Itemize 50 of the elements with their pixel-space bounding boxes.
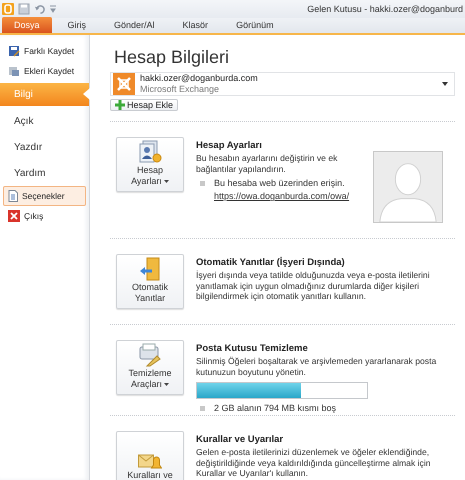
- section-title: Hesap Ayarları: [196, 140, 263, 151]
- section-button[interactable]: Kuralları ve: [116, 431, 184, 480]
- save-as-icon: [8, 45, 20, 57]
- account-email: hakki.ozer@doganburda.com: [140, 73, 259, 84]
- section-description: Silinmiş Öğeleri boşaltarak ve arşivlemeden yararlanarak posta kutunuzun boyutunu yönetin.: [196, 356, 438, 378]
- caret-icon: [164, 383, 169, 386]
- ribbon-tab[interactable]: Klasör: [170, 17, 220, 33]
- account-dropdown[interactable]: hakki.ozer@doganburda.com Microsoft Exchange: [110, 72, 455, 96]
- plus-icon: [115, 100, 125, 110]
- window-title: Gelen Kutusu - hakki.ozer@doganburd: [307, 4, 464, 14]
- caret-icon: [442, 82, 448, 86]
- account-type: Microsoft Exchange: [140, 84, 220, 95]
- menu-item[interactable]: Yardım: [0, 160, 89, 186]
- account-settings-icon: [137, 139, 163, 165]
- ribbon-tab[interactable]: Görünüm: [224, 17, 286, 33]
- section-button[interactable]: Otomatik Yanıtlar: [116, 254, 184, 309]
- menu-item[interactable]: Açık: [0, 108, 89, 134]
- app-icon[interactable]: [2, 3, 14, 15]
- ribbon-tab[interactable]: Gönder/Al: [102, 17, 167, 33]
- web-link[interactable]: https://owa.doganburda.com/owa/: [214, 191, 361, 202]
- save-icon[interactable]: [18, 3, 30, 15]
- menu-item[interactable]: Ekleri Kaydet: [3, 61, 86, 81]
- section-description: İşyeri dışında veya tatilde olduğunuzda veya e-posta iletilerini yanıtlamak için uygun olmadığınız durumlarda diğer kişileri bilgilendirmek için otomatik yanıtları kullanın.: [196, 270, 431, 302]
- rules-icon: [138, 454, 162, 470]
- page-heading: Hesap Bilgileri: [114, 47, 230, 68]
- document-icon: [8, 190, 18, 202]
- bullet-icon: [200, 406, 205, 411]
- dropdown-icon[interactable]: [49, 4, 57, 14]
- bullet-text: Bu hesaba web üzerinden erişin.: [214, 178, 345, 188]
- menu-item[interactable]: Seçenekler: [3, 186, 86, 206]
- attachment-icon: [8, 65, 20, 77]
- section-description: Bu hesabın ayarlarını değiştirin ve ek bağlantılar yapılandırın.: [196, 153, 338, 174]
- ribbon-tab[interactable]: Giriş: [56, 17, 98, 33]
- exchange-icon: [113, 73, 135, 95]
- menu-item[interactable]: Çıkış: [3, 206, 86, 226]
- undo-icon[interactable]: [34, 4, 45, 14]
- section-button[interactable]: Temizleme Araçları: [116, 340, 184, 395]
- section-description: Gelen e-posta iletilerinizi düzenlemek ve öğeler eklendiğinde, değiştirildiğinde veya kaldırıldığında güncelleştirme almak için Kurallar ve Uyarılar'ı kullanın.: [196, 447, 432, 479]
- section-title: Posta Kutusu Temizleme: [196, 343, 309, 354]
- add-account-button[interactable]: Hesap Ekle: [110, 99, 178, 111]
- caret-icon: [164, 180, 169, 184]
- close-icon: [8, 210, 20, 222]
- section-button[interactable]: Hesap Ayarları: [116, 137, 184, 192]
- menu-item[interactable]: Yazdır: [0, 134, 89, 160]
- bullet-text: 2 GB alanın 794 MB kısmı boş: [214, 403, 336, 414]
- menu-item[interactable]: Farklı Kaydet: [3, 41, 86, 61]
- section-title: Otomatik Yanıtlar (İşyeri Dışında): [196, 257, 346, 268]
- section-title: Kurallar ve Uyarılar: [196, 434, 284, 445]
- bullet-icon: [200, 180, 205, 186]
- mailbox-cleanup-icon: [137, 342, 163, 368]
